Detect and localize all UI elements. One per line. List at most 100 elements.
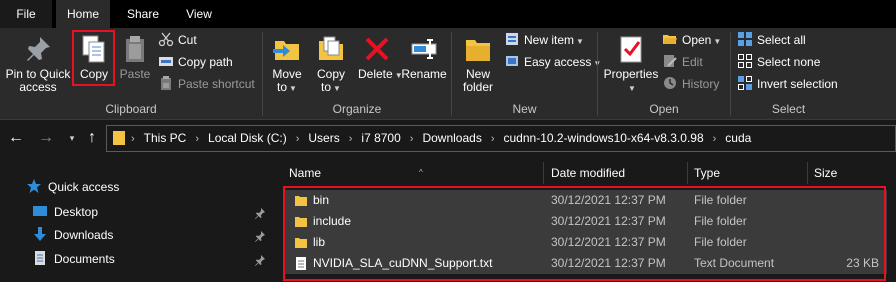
navigation-bar: ← → ▾ ↑ › This PC › Local Disk (C:) › Users › i… <box>0 121 896 155</box>
breadcrumb: › This PC › Local Disk (C:) › Users › i7 8700 › D… <box>113 126 751 151</box>
address-bar[interactable]: › This PC › Local Disk (C:) › Users › i7 8700 › D… <box>106 125 896 152</box>
pin-icon[interactable] <box>254 207 266 219</box>
column-header-name[interactable]: Name ^ <box>289 162 423 184</box>
new-item-icon <box>504 31 520 47</box>
paste-shortcut-button[interactable]: Paste shortcut <box>158 74 255 94</box>
nav-item-desktop[interactable]: Desktop <box>32 201 98 223</box>
easy-access-button[interactable]: Easy access▼ <box>504 52 601 72</box>
paste-button[interactable]: Paste <box>116 31 154 81</box>
breadcrumb-user[interactable]: i7 8700 <box>361 131 400 145</box>
chevron-down-icon: ▼ <box>289 84 297 93</box>
tab-share[interactable]: Share <box>114 0 172 28</box>
ribbon: Pin to Quick access Copy Paste Cut Copy … <box>0 28 896 120</box>
clipboard-icon <box>119 33 151 65</box>
properties-icon <box>615 33 647 65</box>
tab-home[interactable]: Home <box>56 0 110 28</box>
organize-group-label: Organize <box>332 102 382 116</box>
column-divider[interactable] <box>687 162 688 184</box>
open-button[interactable]: Open ▼ <box>662 30 721 50</box>
delete-x-icon <box>361 33 393 65</box>
edit-icon <box>662 53 678 69</box>
back-arrow-icon[interactable]: ← <box>6 128 26 148</box>
breadcrumb-cuda[interactable]: cuda <box>725 131 751 145</box>
history-button[interactable]: History <box>662 74 719 94</box>
breadcrumb-cudnn[interactable]: cudnn-10.2-windows10-x64-v8.3.0.98 <box>504 131 704 145</box>
chevron-right-icon: › <box>348 133 353 145</box>
pin-icon[interactable] <box>254 254 266 266</box>
select-all-icon <box>737 31 753 47</box>
edit-button[interactable]: Edit <box>662 52 703 72</box>
select-none-icon <box>737 53 753 69</box>
chevron-right-icon: › <box>712 133 717 145</box>
copy-button-highlight <box>72 30 115 86</box>
selection-highlight <box>283 186 886 281</box>
nav-item-quick-access[interactable]: Quick access <box>26 176 119 198</box>
clipboard-group-label: Clipboard <box>105 102 157 116</box>
document-icon <box>32 250 48 266</box>
new-item-button[interactable]: New item ▼ <box>504 30 584 50</box>
column-header-date[interactable]: Date modified <box>551 162 625 184</box>
recent-locations-chevron-icon[interactable]: ▾ <box>62 128 82 148</box>
select-group: Select all Select none Invert selection … <box>731 28 846 120</box>
clipboard-group: Pin to Quick access Copy Paste Cut Copy … <box>0 28 262 120</box>
chevron-right-icon: › <box>490 133 495 145</box>
chevron-down-icon: ▼ <box>576 37 584 46</box>
select-all-button[interactable]: Select all <box>737 30 806 50</box>
ribbon-tab-strip: File Home Share View <box>0 0 896 28</box>
chevron-down-icon: ▼ <box>628 84 636 93</box>
copy-to-icon <box>315 33 347 65</box>
chevron-down-icon: ▼ <box>713 37 722 46</box>
paste-shortcut-icon <box>158 75 174 91</box>
move-to-icon <box>271 33 303 65</box>
copy-path-icon <box>158 53 174 69</box>
easy-access-icon <box>504 53 520 69</box>
chevron-right-icon: › <box>195 133 200 145</box>
breadcrumb-users[interactable]: Users <box>308 131 339 145</box>
move-to-button[interactable]: Move to ▼ <box>267 31 307 95</box>
rename-button[interactable]: Rename <box>400 31 448 81</box>
select-none-button[interactable]: Select none <box>737 52 820 72</box>
nav-item-documents[interactable]: Documents <box>32 248 115 270</box>
pin-icon <box>22 33 54 65</box>
invert-selection-icon <box>737 75 753 91</box>
organize-group: Move to ▼ Copy to ▼ Delete ▼ Rename Organiz… <box>263 28 451 120</box>
breadcrumb-this-pc[interactable]: This PC <box>144 131 187 145</box>
new-group: New folder New item▼ Easy access▼ New <box>452 28 601 120</box>
chevron-right-icon: › <box>295 133 300 145</box>
open-folder-icon <box>662 31 678 47</box>
copy-path-button[interactable]: Copy path <box>158 52 233 72</box>
download-icon <box>32 226 48 242</box>
breadcrumb-downloads[interactable]: Downloads <box>422 131 481 145</box>
up-arrow-icon[interactable]: ↑ <box>82 128 102 148</box>
star-icon <box>26 178 42 194</box>
tab-view[interactable]: View <box>172 0 226 28</box>
breadcrumb-local-disk[interactable]: Local Disk (C:) <box>208 131 287 145</box>
tab-file[interactable]: File <box>0 0 52 28</box>
column-header-size[interactable]: Size <box>814 162 837 184</box>
new-folder-button[interactable]: New folder <box>456 31 500 94</box>
properties-button[interactable]: Properties ▼ <box>602 31 660 95</box>
forward-arrow-icon[interactable]: → <box>36 128 56 148</box>
column-divider[interactable] <box>543 162 544 184</box>
open-group-label: Open <box>649 102 679 116</box>
column-divider[interactable] <box>807 162 808 184</box>
column-header-type[interactable]: Type <box>694 162 720 184</box>
pin-quick-access-button[interactable]: Pin to Quick access <box>4 31 72 94</box>
new-group-label: New <box>512 102 537 116</box>
open-group: Properties ▼ Open ▼ Edit History Open <box>598 28 730 120</box>
copy-to-button[interactable]: Copy to ▼ <box>311 31 351 95</box>
pin-icon[interactable] <box>254 230 266 242</box>
chevron-down-icon: ▼ <box>333 84 341 93</box>
sort-ascending-icon: ^ <box>419 168 423 177</box>
invert-selection-button[interactable]: Invert selection <box>737 74 838 94</box>
desktop-icon <box>32 203 48 219</box>
nav-item-downloads[interactable]: Downloads <box>32 224 113 246</box>
chevron-right-icon: › <box>131 133 135 145</box>
navigation-pane: Quick access Desktop Downloads Documents <box>0 156 280 282</box>
address-folder-icon <box>113 131 125 145</box>
select-group-label: Select <box>771 102 806 116</box>
history-icon <box>662 75 678 91</box>
cut-button[interactable]: Cut <box>158 30 197 50</box>
new-folder-icon <box>462 33 494 65</box>
delete-button[interactable]: Delete ▼ <box>358 31 403 82</box>
